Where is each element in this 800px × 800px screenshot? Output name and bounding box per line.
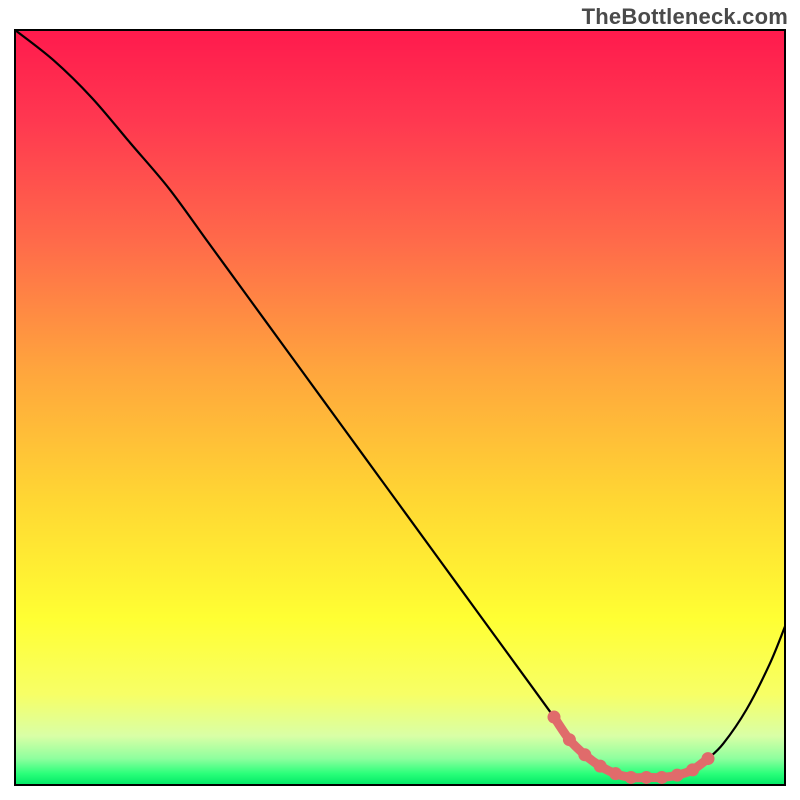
watermark-label: TheBottleneck.com	[582, 4, 788, 30]
optimal-zone-point	[625, 771, 638, 784]
optimal-zone-point	[686, 763, 699, 776]
optimal-zone-point	[594, 760, 607, 773]
chart-stage: TheBottleneck.com	[0, 0, 800, 800]
optimal-zone-point	[548, 711, 561, 724]
optimal-zone-point	[640, 771, 653, 784]
optimal-zone-point	[702, 752, 715, 765]
plot-area	[15, 30, 785, 785]
optimal-zone-point	[671, 769, 684, 782]
bottleneck-chart	[0, 0, 800, 800]
optimal-zone-point	[563, 733, 576, 746]
optimal-zone-point	[655, 771, 668, 784]
optimal-zone-point	[609, 767, 622, 780]
optimal-zone-point	[578, 748, 591, 761]
